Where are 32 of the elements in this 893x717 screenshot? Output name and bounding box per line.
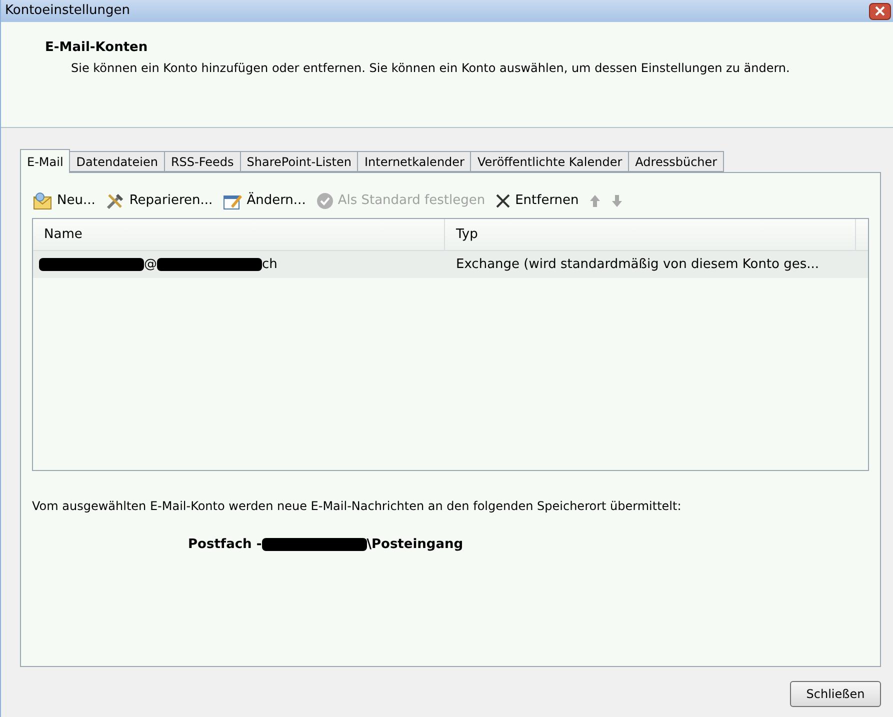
- tab[interactable]: Veröffentlichte Kalender: [470, 151, 630, 172]
- tab[interactable]: Adressbücher: [628, 151, 724, 172]
- location-text: Postfach -: [188, 536, 262, 554]
- tab[interactable]: E-Mail: [20, 149, 70, 173]
- window-edit-icon: [222, 192, 243, 210]
- arrow-down-icon: [610, 194, 623, 208]
- tab[interactable]: SharePoint-Listen: [240, 151, 358, 172]
- account-row[interactable]: @ ch Exchange (wird standardmäßig von diesem Konto ges...: [33, 251, 868, 278]
- tab[interactable]: Datendateien: [69, 151, 165, 172]
- close-button[interactable]: [869, 2, 891, 20]
- table-cell-text: Exchange (wird standardmäßig von diesem Konto ges...: [455, 256, 820, 274]
- close-icon: [875, 6, 885, 16]
- header-description: Sie können ein Konto hinzufügen oder entfernen. Sie können ein Konto auswählen, um dessen Einstellungen zu ändern.: [70, 60, 791, 76]
- toolbar-button[interactable]: Ändern...: [222, 191, 306, 211]
- tab[interactable]: RSS-Feeds: [164, 151, 241, 172]
- location-text: ch: [262, 256, 278, 274]
- check-circle-icon: [316, 192, 334, 210]
- arrow-up-icon: [588, 194, 601, 208]
- header-title: E-Mail-Konten: [45, 39, 149, 57]
- close-dialog-button[interactable]: Schließen: [790, 681, 881, 707]
- envelope-icon: [33, 192, 53, 210]
- toolbar-button[interactable]: Entfernen: [495, 191, 579, 211]
- delivery-text: Vom ausgewählten E-Mail-Konto werden neue E-Mail-Nachrichten an den folgenden Speicherort übermittelt:: [32, 498, 682, 515]
- toolbar-button[interactable]: Neu...: [33, 191, 96, 211]
- location-text: @: [144, 256, 157, 274]
- tools-icon: [105, 192, 126, 210]
- column-header[interactable]: Typ: [445, 219, 856, 250]
- close-icon: [495, 193, 512, 209]
- window-title: Kontoeinstellungen: [5, 2, 130, 20]
- tab[interactable]: Internetkalender: [357, 151, 472, 172]
- column-header[interactable]: Name: [33, 219, 445, 250]
- toolbar-button[interactable]: Reparieren...: [105, 191, 213, 211]
